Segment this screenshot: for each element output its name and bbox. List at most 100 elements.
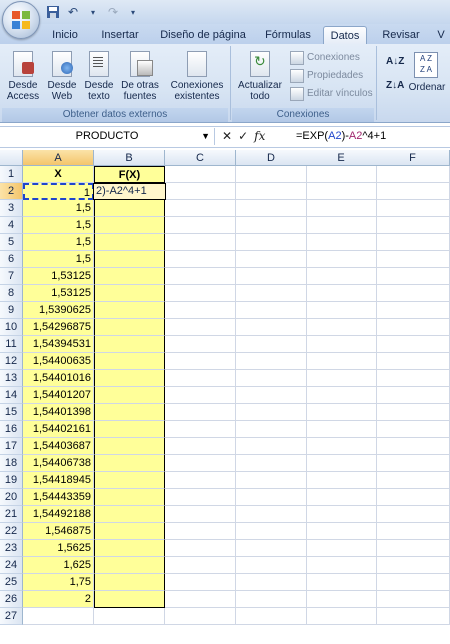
cell-b21[interactable] <box>94 506 165 523</box>
cell-e4[interactable] <box>306 217 377 234</box>
row-header-9[interactable]: 9 <box>0 302 23 319</box>
cell-e17[interactable] <box>306 438 377 455</box>
cell-d11[interactable] <box>236 336 307 353</box>
cell-c8[interactable] <box>165 285 236 302</box>
row-header-6[interactable]: 6 <box>0 251 23 268</box>
cell-c19[interactable] <box>165 472 236 489</box>
cell-e1[interactable] <box>306 166 377 183</box>
cell-e18[interactable] <box>306 455 377 472</box>
cell-e23[interactable] <box>306 540 377 557</box>
cell-e9[interactable] <box>306 302 377 319</box>
cell-f6[interactable] <box>376 251 450 268</box>
cell-a18[interactable]: 1,54406738 <box>23 455 94 472</box>
cell-d27[interactable] <box>236 608 307 625</box>
row-header-17[interactable]: 17 <box>0 438 23 455</box>
cell-c21[interactable] <box>165 506 236 523</box>
cell-f25[interactable] <box>376 574 450 591</box>
cell-d26[interactable] <box>236 591 307 608</box>
cell-e27[interactable] <box>306 608 377 625</box>
cell-f19[interactable] <box>376 472 450 489</box>
cell-d7[interactable] <box>236 268 307 285</box>
cell-f4[interactable] <box>376 217 450 234</box>
cell-b16[interactable] <box>94 421 165 438</box>
cell-d15[interactable] <box>236 404 307 421</box>
cell-d10[interactable] <box>236 319 307 336</box>
cell-a26[interactable]: 2 <box>23 591 94 608</box>
cell-d5[interactable] <box>236 234 307 251</box>
cell-a19[interactable]: 1,54418945 <box>23 472 94 489</box>
cancel-icon[interactable]: ✕ <box>222 129 232 143</box>
row-header-10[interactable]: 10 <box>0 319 23 336</box>
insert-function-icon[interactable]: fx <box>254 129 265 143</box>
cell-c13[interactable] <box>165 370 236 387</box>
row-header-19[interactable]: 19 <box>0 472 23 489</box>
cell-f15[interactable] <box>376 404 450 421</box>
cell-c18[interactable] <box>165 455 236 472</box>
row-header-22[interactable]: 22 <box>0 523 23 540</box>
cell-c9[interactable] <box>165 302 236 319</box>
cell-d13[interactable] <box>236 370 307 387</box>
sort-button[interactable]: Ordenar <box>404 82 450 93</box>
tab-inicio[interactable]: Inicio <box>44 26 86 44</box>
cell-b27[interactable] <box>94 608 165 625</box>
cell-c27[interactable] <box>165 608 236 625</box>
cell-e14[interactable] <box>306 387 377 404</box>
cell-b2-editor[interactable]: 2)-A2^4+1 <box>93 183 166 200</box>
cell-b22[interactable] <box>94 523 165 540</box>
cell-d23[interactable] <box>236 540 307 557</box>
cell-b5[interactable] <box>94 234 165 251</box>
cell-a11[interactable]: 1,54394531 <box>23 336 94 353</box>
cell-a25[interactable]: 1,75 <box>23 574 94 591</box>
cell-f22[interactable] <box>376 523 450 540</box>
row-header-1[interactable]: 1 <box>0 166 23 183</box>
cell-f7[interactable] <box>376 268 450 285</box>
cell-d17[interactable] <box>236 438 307 455</box>
sort-az-button[interactable]: A↓Z <box>386 54 404 70</box>
cell-f8[interactable] <box>376 285 450 302</box>
row-header-25[interactable]: 25 <box>0 574 23 591</box>
cell-d9[interactable] <box>236 302 307 319</box>
cell-a9[interactable]: 1,5390625 <box>23 302 94 319</box>
cell-b18[interactable] <box>94 455 165 472</box>
row-header-8[interactable]: 8 <box>0 285 23 302</box>
name-box[interactable]: PRODUCTO ▼ <box>0 128 215 145</box>
tab-insertar[interactable]: Insertar <box>96 26 144 44</box>
cell-d3[interactable] <box>236 200 307 217</box>
row-header-5[interactable]: 5 <box>0 234 23 251</box>
cell-e13[interactable] <box>306 370 377 387</box>
column-header-f[interactable]: F <box>376 150 450 166</box>
cell-a1[interactable]: X <box>23 166 94 183</box>
cell-a13[interactable]: 1,54401016 <box>23 370 94 387</box>
connections-button[interactable]: Conexiones <box>290 50 360 66</box>
cell-d4[interactable] <box>236 217 307 234</box>
properties-button[interactable]: Propiedades <box>290 68 363 84</box>
column-header-e[interactable]: E <box>306 150 377 166</box>
cell-b6[interactable] <box>94 251 165 268</box>
cell-a22[interactable]: 1,546875 <box>23 523 94 540</box>
cell-a12[interactable]: 1,54400635 <box>23 353 94 370</box>
cell-e21[interactable] <box>306 506 377 523</box>
tab-formulas[interactable]: Fórmulas <box>260 26 316 44</box>
cell-a8[interactable]: 1,53125 <box>23 285 94 302</box>
cell-b25[interactable] <box>94 574 165 591</box>
cell-d2[interactable] <box>236 183 307 200</box>
cell-b11[interactable] <box>94 336 165 353</box>
column-header-c[interactable]: C <box>165 150 236 166</box>
cell-a3[interactable]: 1,5 <box>23 200 94 217</box>
cell-c1[interactable] <box>165 166 236 183</box>
cell-b10[interactable] <box>94 319 165 336</box>
cell-c16[interactable] <box>165 421 236 438</box>
cell-e26[interactable] <box>306 591 377 608</box>
dropdown-icon[interactable]: ▾ <box>84 3 102 21</box>
column-header-a[interactable]: A <box>23 150 94 166</box>
row-header-23[interactable]: 23 <box>0 540 23 557</box>
cell-e25[interactable] <box>306 574 377 591</box>
cell-e3[interactable] <box>306 200 377 217</box>
cell-d24[interactable] <box>236 557 307 574</box>
cell-a14[interactable]: 1,54401207 <box>23 387 94 404</box>
cell-a2[interactable]: 1 <box>23 183 94 200</box>
cell-d14[interactable] <box>236 387 307 404</box>
from-web-button[interactable]: Desde Web <box>44 50 80 102</box>
cell-b20[interactable] <box>94 489 165 506</box>
cell-f26[interactable] <box>376 591 450 608</box>
